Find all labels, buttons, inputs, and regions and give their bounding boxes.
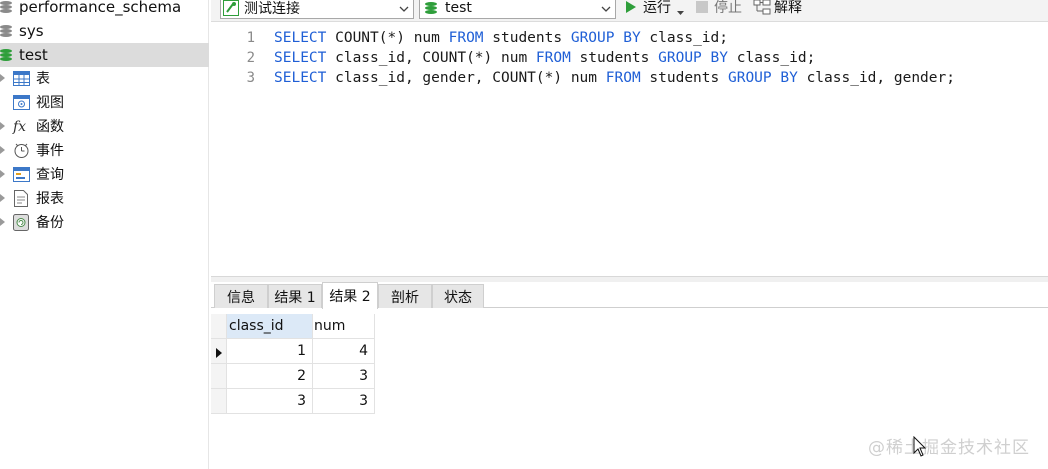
tree-item-events[interactable]: 事件 (0, 138, 209, 162)
table-cell[interactable]: 3 (313, 364, 375, 389)
connection-icon (223, 0, 239, 16)
table-cell[interactable]: 1 (227, 339, 313, 364)
run-label: 运行 (643, 0, 671, 16)
table-cell[interactable]: 3 (313, 389, 375, 414)
tree-item-backups[interactable]: 备份 (0, 210, 209, 234)
query-icon (12, 165, 30, 183)
line-number: 1 (246, 30, 255, 46)
app-window: performance_schema sys test 表 视图 fx 函数 事… (0, 0, 1048, 469)
table-cell[interactable]: 4 (313, 339, 375, 364)
watermark: @稀土掘金技术社区 (868, 438, 1030, 458)
tree-item-label: 表 (36, 71, 50, 87)
current-row-icon (216, 346, 222, 358)
query-toolbar: 测试连接 test 运行 停止 解释 (211, 0, 1048, 22)
tab-label: 状态 (444, 289, 472, 306)
tab-result-1[interactable]: 结果 1 (268, 284, 322, 308)
db-name: test (19, 46, 48, 64)
expand-icon[interactable] (0, 121, 8, 131)
table-cell[interactable]: 2 (227, 364, 313, 389)
mouse-cursor-icon (913, 435, 927, 458)
explain-label: 解释 (774, 0, 802, 16)
tree-item-reports[interactable]: 报表 (0, 186, 209, 210)
column-header-class-id[interactable]: class_id (227, 314, 313, 339)
view-icon (12, 93, 30, 111)
stop-button[interactable]: 停止 (696, 0, 742, 16)
row-header[interactable] (211, 364, 227, 389)
database-icon (425, 1, 437, 15)
result-tabs: 信息 结果 1 结果 2 剖析 状态 (211, 282, 1048, 309)
tree-item-functions[interactable]: fx 函数 (0, 114, 209, 138)
db-item-performance-schema[interactable]: performance_schema (0, 0, 209, 19)
database-icon (0, 24, 12, 38)
tab-label: 信息 (227, 289, 255, 306)
table-cell[interactable]: 3 (227, 389, 313, 414)
column-header-num[interactable]: num (313, 314, 375, 339)
table-icon (12, 69, 30, 87)
stop-label: 停止 (714, 0, 742, 16)
stop-icon (696, 1, 708, 13)
db-name: performance_schema (19, 0, 182, 16)
explain-icon (753, 0, 771, 15)
tree-item-views[interactable]: 视图 (0, 90, 209, 114)
tree-item-label: 查询 (36, 167, 64, 183)
code-line-2[interactable]: SELECT class_id, COUNT(*) num FROM stude… (274, 50, 815, 66)
row-header[interactable] (211, 339, 227, 364)
expand-icon[interactable] (0, 193, 8, 203)
row-header[interactable] (211, 389, 227, 414)
tree-item-label: 视图 (36, 95, 64, 111)
tab-result-2[interactable]: 结果 2 (322, 282, 378, 309)
tree-item-queries[interactable]: 查询 (0, 162, 209, 186)
expand-icon[interactable] (0, 73, 8, 83)
tree-item-label: 事件 (36, 143, 64, 159)
tree-item-label: 函数 (36, 119, 64, 135)
sql-editor[interactable]: 1 2 3 SELECT COUNT(*) num FROM students … (211, 22, 1048, 276)
grid-corner (211, 314, 227, 339)
tab-label: 结果 2 (329, 289, 371, 305)
code-line-3[interactable]: SELECT class_id, gender, COUNT(*) num FR… (274, 70, 955, 86)
tree-item-tables[interactable]: 表 (0, 66, 209, 90)
chevron-down-icon (601, 2, 611, 12)
code-line-1[interactable]: SELECT COUNT(*) num FROM students GROUP … (274, 30, 728, 46)
db-item-test[interactable]: test (0, 43, 209, 67)
tab-label: 结果 1 (274, 289, 316, 306)
connection-select[interactable]: 测试连接 (220, 0, 414, 19)
tree-item-label: 备份 (36, 215, 64, 231)
db-name: sys (19, 22, 44, 40)
backup-icon (12, 213, 30, 231)
run-button[interactable]: 运行 (625, 0, 684, 16)
report-icon (12, 189, 30, 207)
tab-status[interactable]: 状态 (432, 284, 484, 308)
line-number: 2 (246, 50, 255, 66)
expand-icon[interactable] (0, 217, 8, 227)
database-select[interactable]: test (419, 0, 616, 19)
play-icon (625, 0, 637, 14)
line-number-gutter: 1 2 3 (211, 22, 259, 276)
function-icon: fx (12, 117, 30, 135)
tab-info[interactable]: 信息 (214, 284, 268, 308)
database-icon (0, 48, 12, 62)
tree-item-label: 报表 (36, 191, 64, 207)
db-item-sys[interactable]: sys (0, 19, 209, 43)
expand-icon[interactable] (0, 169, 8, 179)
database-value: test (445, 0, 472, 16)
explain-button[interactable]: 解释 (753, 0, 802, 16)
database-icon (0, 0, 12, 14)
dropdown-arrow-icon[interactable] (677, 4, 684, 15)
object-sidebar: performance_schema sys test 表 视图 fx 函数 事… (0, 0, 209, 469)
event-icon (12, 141, 30, 159)
chevron-down-icon (399, 2, 409, 12)
connection-value: 测试连接 (244, 1, 300, 17)
tab-profile[interactable]: 剖析 (378, 284, 432, 308)
svg-text:fx: fx (12, 119, 26, 134)
column-header-label: num (314, 318, 346, 334)
line-number: 3 (246, 70, 255, 86)
column-header-label: class_id (229, 318, 284, 334)
expand-icon[interactable] (0, 145, 8, 155)
tab-label: 剖析 (391, 289, 419, 306)
